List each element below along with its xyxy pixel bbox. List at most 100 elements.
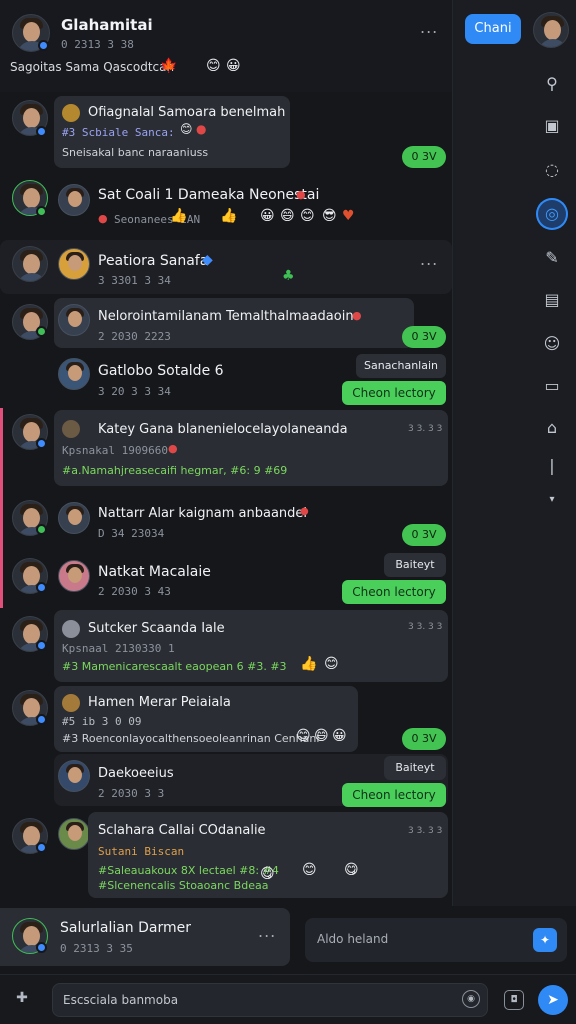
divider-icon: |	[549, 456, 555, 475]
sender-name: Peatiora Sanafa	[98, 253, 209, 269]
status-chip[interactable]: Baiteyt	[384, 756, 446, 780]
emoji-icon[interactable]: ◉	[462, 990, 480, 1008]
more-options-icon[interactable]: ...	[420, 18, 438, 37]
grin-icon: 😀	[332, 728, 347, 744]
avatar[interactable]	[58, 184, 90, 216]
app-icon	[62, 104, 80, 122]
heart-icon: ●	[98, 212, 108, 225]
action-button[interactable]: Cheon lectory	[342, 381, 446, 405]
grin-icon: 😊	[300, 208, 315, 224]
send-icon[interactable]: ➤	[538, 985, 568, 1015]
verified-badge	[38, 40, 49, 51]
person-icon[interactable]: ⚲	[536, 68, 568, 100]
page-title: Glahamitai	[61, 16, 153, 34]
message-text: #3 Mamenicarescaalt eaopean 6 #3. #3	[62, 660, 287, 673]
verified-badge	[36, 438, 47, 449]
pin-icon[interactable]: ✎	[536, 242, 568, 274]
verified-badge	[36, 582, 47, 593]
grin-icon: 😋	[260, 866, 275, 882]
message-input[interactable]: Escsciala banmoba	[52, 983, 488, 1017]
grin-icon: 😎	[322, 208, 337, 224]
sender-name: Nattarr Alar kaignam anbaandei	[98, 506, 308, 521]
message-text: #a.Namahjreasecaifi hegmar, #6: 9 #69	[62, 464, 288, 477]
verified-icon: ◆	[202, 252, 213, 268]
sticker-icon[interactable]: ◘	[504, 990, 524, 1010]
online-badge	[36, 206, 47, 217]
heart-icon: ●	[168, 442, 178, 455]
avatar[interactable]	[58, 760, 90, 792]
message-meta: Kpsnaal 2130330 1	[62, 642, 175, 655]
sender-name: Sat Coali 1 Dameaka Neonestai	[98, 187, 320, 203]
avatar[interactable]	[58, 358, 90, 390]
message-meta: 2 2030 3 43	[98, 585, 171, 598]
hand-icon: 👍	[170, 208, 188, 224]
verified-badge	[36, 842, 47, 853]
group-icon[interactable]: ☺	[536, 328, 568, 360]
chat-header: Glahamitai 0 2313 3 38 Sagoitas Sama Qas…	[0, 0, 452, 92]
message-meta: 3 20 3 3 34	[98, 385, 171, 398]
grin-icon: 😄	[280, 208, 295, 224]
sender-name: Ofiagnalal Samoara benelmah	[88, 105, 286, 120]
sender-name: Sclahara Callai COdanalie	[98, 823, 266, 838]
more-options-icon[interactable]: ...	[258, 922, 276, 941]
action-button[interactable]: Cheon lectory	[342, 783, 446, 807]
avatar[interactable]	[58, 304, 90, 336]
sender-name: Natkat Macalaie	[98, 564, 211, 580]
inbox-icon[interactable]: ▣	[536, 110, 568, 142]
timestamp: 3 3. 3 3	[408, 826, 443, 836]
bot-icon[interactable]: ⌂	[536, 412, 568, 444]
more-options-icon[interactable]: ...	[420, 250, 438, 269]
read-receipt-badge: 0 3V	[402, 326, 446, 348]
app-icon	[62, 694, 80, 712]
message-text: #3 Roenconlayocalthensoeoleanrinan Cenha…	[62, 732, 320, 745]
heart-icon: ●	[296, 188, 306, 201]
profile-avatar[interactable]	[533, 12, 569, 48]
sender-name: Katey Gana blanenielocelayolaneanda	[98, 422, 348, 437]
attachment-icon[interactable]: ✚	[10, 990, 34, 1010]
leaf-icon: ♣	[282, 268, 295, 284]
avatar[interactable]	[58, 248, 90, 280]
verified-badge	[36, 640, 47, 651]
chat-button[interactable]: Chani	[465, 14, 521, 44]
chat-name: Salurlalian Darmer	[60, 920, 192, 936]
status-box[interactable]: Aldo heland ✦	[305, 918, 567, 962]
app-icon	[62, 620, 80, 638]
message-meta: #5 ib 3 0 09	[62, 715, 142, 728]
message-meta: Sutani Biscan	[98, 845, 185, 858]
avatar[interactable]	[12, 246, 48, 282]
status-chip[interactable]: Baiteyt	[384, 553, 446, 577]
read-receipt-badge: 0 3V	[402, 524, 446, 546]
chat-subtitle: 0 2313 3 35	[60, 942, 133, 955]
avatar[interactable]	[58, 502, 90, 534]
verified-badge	[36, 714, 47, 725]
message-meta: Kpsnakal 1909660	[62, 444, 168, 457]
avatar[interactable]	[58, 560, 90, 592]
chevron-down-icon[interactable]: ▾	[536, 484, 568, 516]
message-icon[interactable]: ▭	[536, 370, 568, 402]
verified-badge	[36, 942, 47, 953]
grin-icon: 😊	[302, 862, 317, 878]
message-text: #Slcenencalis Stoaoanc Bdeaa	[98, 879, 269, 892]
reaction-icon: 😊	[180, 122, 193, 136]
shield-icon: ♥	[342, 208, 355, 224]
status-text: Sagoitas Sama Qascodtcan	[10, 60, 175, 74]
grin-icon: 😊	[296, 728, 311, 744]
grin-icon: 😊	[324, 656, 339, 672]
action-button[interactable]: Cheon lectory	[342, 580, 446, 604]
heart-icon: ●	[352, 309, 362, 322]
heart-icon: ●	[196, 122, 207, 136]
note-icon[interactable]: ▤	[536, 284, 568, 316]
help-icon[interactable]: ◌	[536, 154, 568, 186]
sender-name: Daekoeeius	[98, 766, 174, 781]
timestamp: 3 3. 3 3	[408, 424, 443, 434]
bot-icon[interactable]: ✦	[533, 928, 557, 952]
hand-icon: 👍	[220, 208, 238, 224]
hand-icon: 👍	[300, 656, 318, 672]
page-subtitle: 0 2313 3 38	[61, 38, 134, 51]
avatar[interactable]	[58, 818, 90, 850]
status-chip[interactable]: Sanachanlain	[356, 354, 446, 378]
read-receipt-badge: 0 3V	[402, 146, 446, 168]
message-meta: 2 2030 3 3	[98, 787, 165, 800]
message-meta: #3 Scbiale Sanca:	[62, 126, 175, 139]
refresh-icon[interactable]: ◎	[536, 198, 568, 230]
